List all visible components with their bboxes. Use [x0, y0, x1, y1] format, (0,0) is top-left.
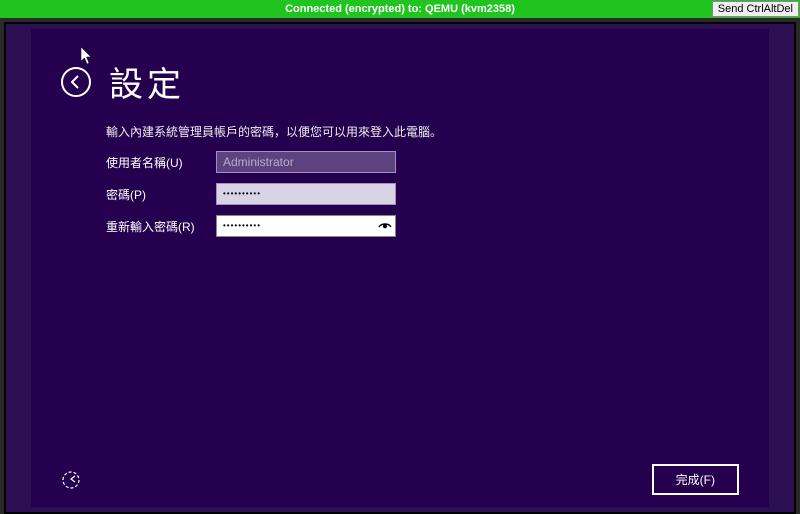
back-button[interactable] — [61, 67, 91, 97]
accessibility-icon — [61, 470, 81, 490]
confirm-password-label: 重新輸入密碼(R) — [106, 218, 216, 235]
windows-setup-panel: 設定 輸入內建系統管理員帳戶的密碼，以便您可以用來登入此電腦。 使用者名稱(U)… — [31, 29, 769, 507]
vm-frame: 設定 輸入內建系統管理員帳戶的密碼，以便您可以用來登入此電腦。 使用者名稱(U)… — [4, 22, 796, 514]
arrow-left-icon — [68, 74, 84, 90]
send-ctrlaltdel-button[interactable]: Send CtrlAltDel — [712, 1, 799, 17]
reveal-password-button[interactable] — [377, 218, 393, 234]
username-field: Administrator — [216, 151, 396, 173]
description-text: 輸入內建系統管理員帳戶的密碼，以便您可以用來登入此電腦。 — [106, 123, 442, 140]
ease-of-access-button[interactable] — [61, 470, 81, 490]
connection-status: Connected (encrypted) to: QEMU (kvm2358) — [0, 3, 800, 15]
eye-icon — [377, 218, 393, 234]
confirm-password-field[interactable]: •••••••••• — [216, 215, 396, 237]
username-label: 使用者名稱(U) — [106, 154, 216, 171]
password-field[interactable]: •••••••••• — [216, 183, 396, 205]
credentials-form: 使用者名稱(U) Administrator 密碼(P) •••••••••• … — [106, 151, 396, 247]
password-label: 密碼(P) — [106, 186, 216, 203]
finish-button[interactable]: 完成(F) — [652, 464, 739, 495]
kvm-topbar: Connected (encrypted) to: QEMU (kvm2358)… — [0, 0, 800, 18]
page-title: 設定 — [109, 57, 185, 106]
